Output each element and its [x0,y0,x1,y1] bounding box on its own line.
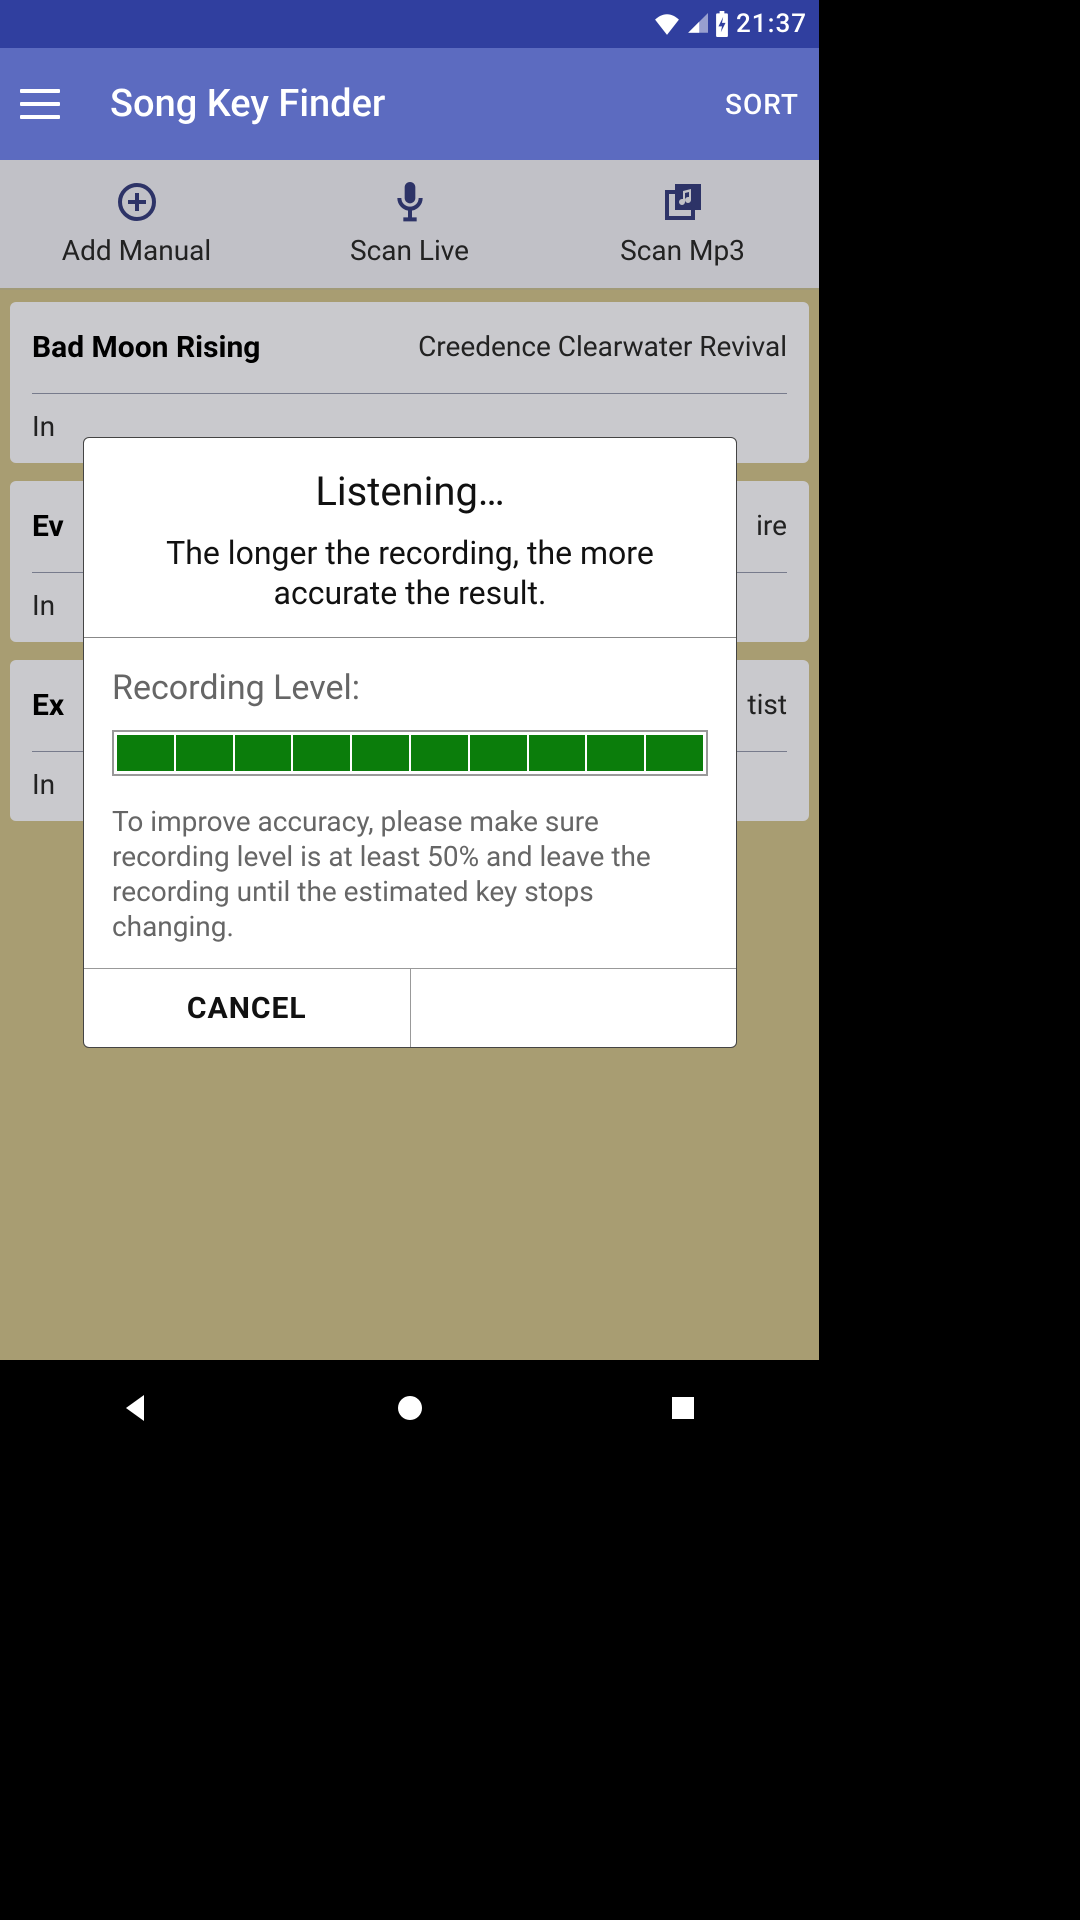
level-segment [235,735,292,771]
dialog-body: Recording Level: To improve accuracy, pl… [84,638,736,968]
dialog-title: Listening… [104,468,716,515]
level-segment [352,735,409,771]
dialog-actions: CANCEL [84,968,736,1047]
cancel-button[interactable]: CANCEL [84,969,410,1047]
level-segment [411,735,468,771]
level-segment [176,735,233,771]
level-segment [646,735,703,771]
status-bar: 21:37 [0,0,819,48]
dialog-empty-action [411,969,737,1047]
level-segment [117,735,174,771]
recording-level-meter [112,730,708,776]
dialog-header: Listening… The longer the recording, the… [84,438,736,638]
navigation-bar [0,1360,819,1456]
dialog-subtitle: The longer the recording, the more accur… [104,533,716,613]
nav-recents-button[interactable] [653,1378,713,1438]
listening-dialog: Listening… The longer the recording, the… [83,437,737,1048]
recording-level-label: Recording Level: [112,668,708,708]
nav-back-button[interactable] [107,1378,167,1438]
level-segment [529,735,586,771]
status-time: 21:37 [736,9,807,39]
recording-hint: To improve accuracy, please make sure re… [112,804,708,944]
level-segment [470,735,527,771]
level-segment [587,735,644,771]
screen: 21:37 Song Key Finder SORT Add Manual Sc… [0,0,819,1456]
battery-charging-icon [714,11,730,37]
nav-home-button[interactable] [380,1378,440,1438]
level-segment [293,735,350,771]
wifi-icon [654,13,680,35]
cellular-icon [686,13,708,35]
